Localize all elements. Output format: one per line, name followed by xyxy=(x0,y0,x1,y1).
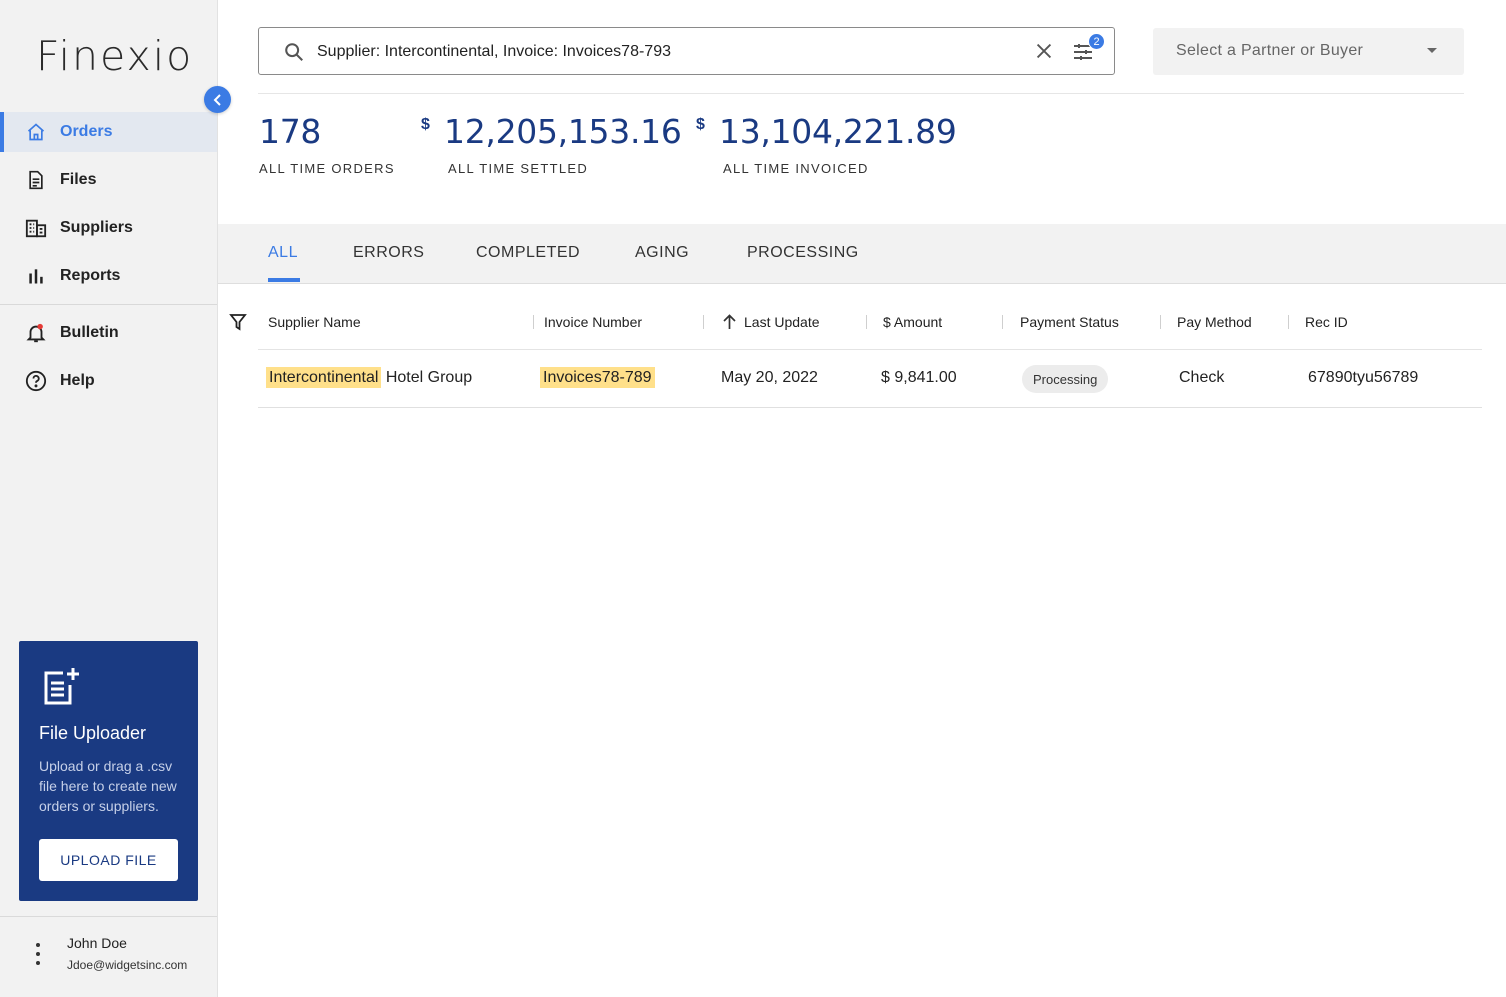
tab-processing[interactable]: PROCESSING xyxy=(747,244,859,262)
stat-label: ALL TIME SETTLED xyxy=(448,161,589,176)
sidebar-nav: Orders Files Suppliers Reports Bulletin xyxy=(0,112,217,409)
sidebar-item-orders[interactable]: Orders xyxy=(0,112,217,152)
column-separator xyxy=(1288,315,1289,329)
user-email: Jdoe@widgetsinc.com xyxy=(67,958,188,972)
user-name: John Doe xyxy=(67,935,127,951)
stat-value: 12,205,153.16 xyxy=(444,112,682,151)
stat-all-time-orders: 178 ALL TIME ORDERS xyxy=(259,112,395,176)
table-row-divider xyxy=(258,407,1482,408)
cell-invoice-number: Invoices78-789 xyxy=(540,367,655,388)
currency-symbol: $ xyxy=(421,116,430,133)
column-separator xyxy=(703,315,704,329)
column-separator xyxy=(1002,315,1003,329)
column-separator xyxy=(866,315,867,329)
partner-buyer-select[interactable]: Select a Partner or Buyer xyxy=(1153,28,1464,75)
sidebar-item-help[interactable]: Help xyxy=(0,361,217,401)
column-separator xyxy=(533,315,534,329)
stat-all-time-invoiced: $ 13,104,221.89 ALL TIME INVOICED xyxy=(696,112,957,176)
building-icon xyxy=(24,216,48,240)
uploader-description: Upload or drag a .csv file here to creat… xyxy=(39,758,177,814)
header-divider xyxy=(258,93,1464,94)
search-input[interactable] xyxy=(317,38,1017,65)
sort-ascending-icon[interactable] xyxy=(722,314,737,330)
column-header-invoice-number[interactable]: Invoice Number xyxy=(544,314,642,330)
stat-value: 178 xyxy=(259,112,322,151)
column-separator xyxy=(1160,315,1161,329)
stat-label: ALL TIME INVOICED xyxy=(723,161,869,176)
upload-file-button[interactable]: UPLOAD FILE xyxy=(39,839,178,881)
search-highlight: Invoices78-789 xyxy=(540,367,655,388)
sidebar-item-label: Reports xyxy=(60,267,121,284)
tab-aging[interactable]: AGING xyxy=(635,244,689,262)
select-placeholder: Select a Partner or Buyer xyxy=(1176,42,1364,59)
sidebar-item-suppliers[interactable]: Suppliers xyxy=(0,208,217,248)
supplier-name-rest: Hotel Group xyxy=(381,369,473,386)
chevron-down-icon xyxy=(1427,48,1437,53)
sidebar: Finexio Orders Files Suppliers Reports B… xyxy=(0,0,218,997)
tab-errors[interactable]: ERRORS xyxy=(353,244,424,262)
uploader-title: File Uploader xyxy=(39,723,147,743)
currency-symbol: $ xyxy=(696,116,705,133)
close-icon[interactable] xyxy=(1033,40,1055,62)
bell-icon xyxy=(24,321,48,345)
active-tab-indicator xyxy=(268,278,300,282)
sidebar-item-label: Orders xyxy=(60,123,113,140)
tab-all[interactable]: ALL xyxy=(268,244,298,262)
tabs-bar: ALL ERRORS COMPLETED AGING PROCESSING xyxy=(218,224,1506,284)
search-icon xyxy=(285,43,303,61)
column-header-rec-id[interactable]: Rec ID xyxy=(1305,314,1348,330)
cell-pay-method: Check xyxy=(1179,369,1225,386)
bar-chart-icon xyxy=(24,264,48,288)
sidebar-item-bulletin[interactable]: Bulletin xyxy=(0,313,217,353)
sidebar-item-label: Files xyxy=(60,171,97,188)
sidebar-item-label: Suppliers xyxy=(60,219,133,236)
cell-supplier-name: Intercontinental Hotel Group xyxy=(266,367,473,388)
search-bar: 2 xyxy=(258,27,1115,75)
home-icon xyxy=(24,120,48,144)
filter-icon[interactable] xyxy=(229,313,247,331)
status-badge: Processing xyxy=(1022,365,1109,393)
column-header-amount[interactable]: $ Amount xyxy=(883,314,942,330)
sidebar-item-label: Help xyxy=(60,372,95,389)
cell-amount: $ 9,841.00 xyxy=(881,369,957,386)
sidebar-divider xyxy=(0,304,217,305)
sidebar-item-files[interactable]: Files xyxy=(0,160,217,200)
column-header-supplier-name[interactable]: Supplier Name xyxy=(268,314,361,330)
user-profile: John Doe Jdoe@widgetsinc.com xyxy=(0,917,217,997)
help-icon xyxy=(24,369,48,393)
cell-rec-id: 67890tyu56789 xyxy=(1308,369,1419,386)
sidebar-item-reports[interactable]: Reports xyxy=(0,256,217,296)
filter-count-badge: 2 xyxy=(1088,33,1105,50)
sidebar-item-label: Bulletin xyxy=(60,324,119,341)
finexio-logo[interactable]: Finexio xyxy=(36,32,193,80)
more-vertical-icon[interactable] xyxy=(30,943,46,965)
file-add-icon xyxy=(39,665,81,707)
collapse-sidebar-button[interactable] xyxy=(204,86,231,113)
column-header-payment-status[interactable]: Payment Status xyxy=(1020,314,1119,330)
stat-all-time-settled: $ 12,205,153.16 ALL TIME SETTLED xyxy=(421,112,682,176)
search-highlight: Intercontinental xyxy=(266,367,382,388)
cell-last-update: May 20, 2022 xyxy=(721,369,818,386)
column-header-last-update[interactable]: Last Update xyxy=(744,314,820,330)
file-uploader-card[interactable]: File Uploader Upload or drag a .csv file… xyxy=(19,641,198,901)
column-header-pay-method[interactable]: Pay Method xyxy=(1177,314,1252,330)
file-icon xyxy=(24,168,48,192)
stat-value: 13,104,221.89 xyxy=(719,112,957,151)
table-header-divider xyxy=(258,349,1482,350)
stat-label: ALL TIME ORDERS xyxy=(259,161,395,176)
chevron-left-icon xyxy=(213,93,221,106)
tab-completed[interactable]: COMPLETED xyxy=(476,244,580,262)
